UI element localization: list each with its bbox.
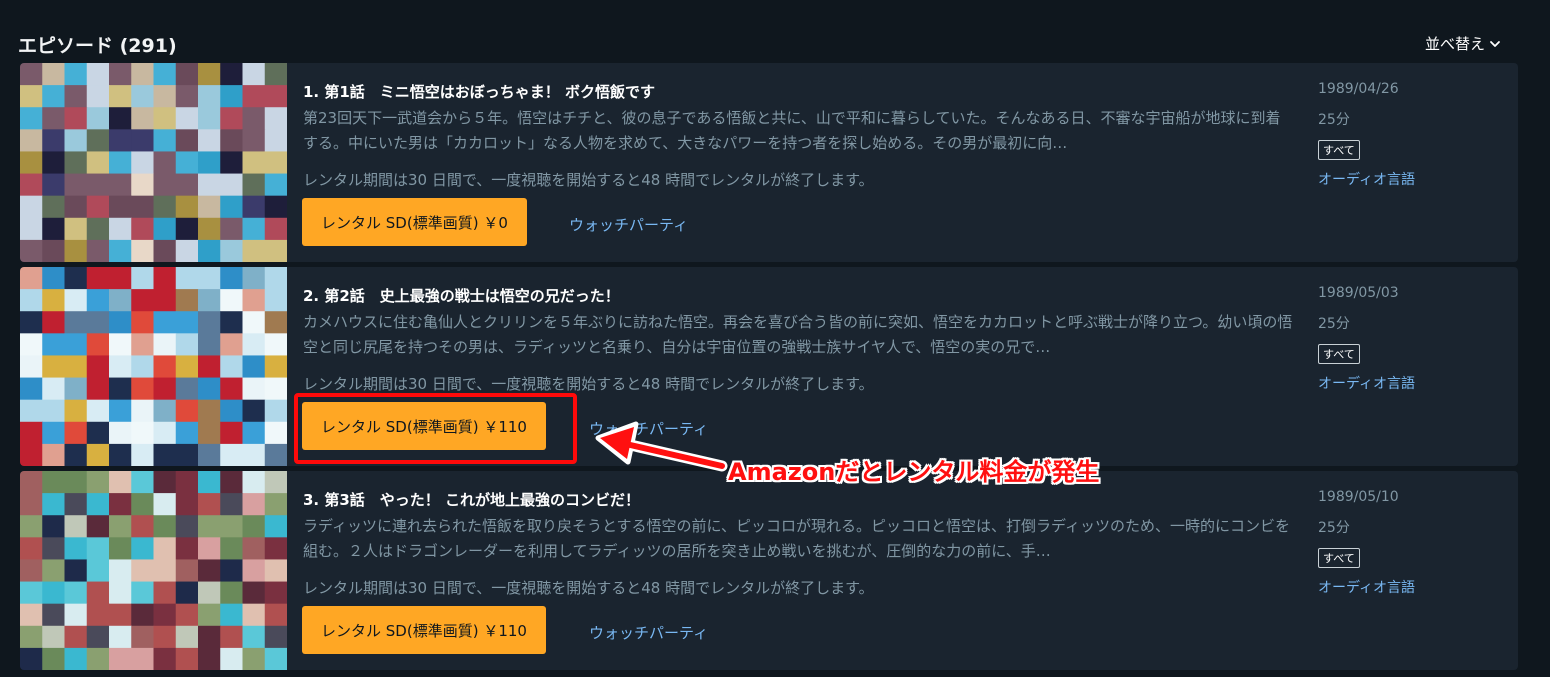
annotation-label: Amazonだとレンタル料金が発生 — [728, 458, 1100, 486]
annotation-arrow-icon — [595, 421, 728, 472]
episode-list-page: エピソード (291) 並べ替え 1. 第1話 ミニ悟空はおぼっちゃま！ ボク悟… — [0, 0, 1550, 677]
